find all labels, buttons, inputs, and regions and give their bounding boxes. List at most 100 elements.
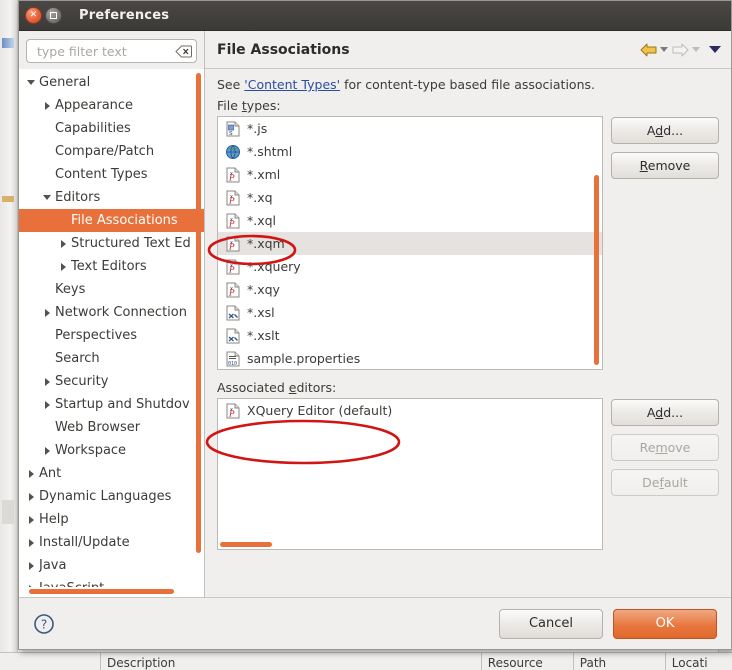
file-type-label: *.shtml — [247, 144, 293, 159]
ok-button[interactable]: OK — [613, 608, 717, 639]
add-file-type-button[interactable]: Add... — [611, 117, 719, 144]
maximize-icon[interactable] — [45, 7, 62, 24]
xquery-file-icon: xP — [225, 282, 241, 298]
file-type-row[interactable]: 010 sample.properties — [218, 347, 602, 369]
file-types-list[interactable]: s *.js *.shtml x P *.xml x P *.xq x P *.xql x P *.xqm x… — [217, 116, 603, 370]
svg-text:P: P — [228, 409, 235, 418]
sidebar-item-editors[interactable]: Editors — [19, 186, 204, 209]
content-types-description: See 'Content Types' for content-type bas… — [217, 77, 719, 92]
file-types-label: File types: — [217, 98, 281, 113]
associated-editor-label: XQuery Editor (default) — [247, 403, 393, 418]
file-type-row[interactable]: x P *.xml — [218, 163, 602, 186]
file-type-row[interactable]: x P *.xquery — [218, 255, 602, 278]
sidebar-item-perspectives[interactable]: Perspectives — [19, 324, 204, 347]
search-input[interactable] — [35, 42, 175, 60]
sidebar-item-capabilities[interactable]: Capabilities — [19, 117, 204, 140]
dialog-title: Preferences — [79, 8, 170, 23]
sidebar-item-content-types[interactable]: Content Types — [19, 163, 204, 186]
preferences-dialog: ✕ Preferences GeneralAppearanceCapab — [18, 0, 732, 650]
back-dropdown-caret-icon[interactable] — [660, 47, 668, 52]
remove-editor-button[interactable]: Remove — [611, 434, 719, 461]
background-table-header: Description Resource Path Locati — [0, 652, 732, 670]
background-strip-icon — [2, 500, 14, 524]
chevron-right-icon[interactable] — [23, 492, 39, 501]
background-column-description: Description — [100, 653, 481, 670]
back-button[interactable] — [640, 43, 668, 57]
default-editor-button[interactable]: Default — [611, 469, 719, 496]
file-types-vertical-scrollbar[interactable] — [594, 175, 599, 365]
sidebar-item-structured-text-ed[interactable]: Structured Text Ed — [19, 232, 204, 255]
sidebar-item-label: Help — [39, 512, 69, 527]
preferences-tree[interactable]: General Appearance Capabilities Compare/Pat… — [19, 69, 204, 597]
sidebar-item-file-associations[interactable]: File Associations — [19, 209, 204, 232]
sidebar-item-compare-patch[interactable]: Compare/Patch — [19, 140, 204, 163]
file-type-row[interactable]: x P *.xql — [218, 209, 602, 232]
chevron-right-icon[interactable] — [23, 515, 39, 524]
content-types-link[interactable]: 'Content Types' — [244, 77, 340, 92]
file-type-row[interactable]: *.xsl — [218, 301, 602, 324]
chevron-right-icon[interactable] — [55, 262, 71, 271]
view-menu-caret-icon[interactable] — [709, 46, 721, 53]
help-question-icon[interactable]: ? — [33, 613, 55, 635]
sidebar-item-appearance[interactable]: Appearance — [19, 94, 204, 117]
properties-file-icon: 010 — [225, 351, 241, 367]
associated-editor-row[interactable]: x P XQuery Editor (default) — [218, 399, 602, 422]
file-type-row[interactable]: *.xslt — [218, 324, 602, 347]
preferences-tree-panel: General Appearance Capabilities Compare/Pat… — [19, 31, 205, 597]
sidebar-item-security[interactable]: Security — [19, 370, 204, 393]
sidebar-item-label: Keys — [55, 282, 86, 297]
sidebar-item-install-update[interactable]: Install/Update — [19, 531, 204, 554]
file-type-row[interactable]: s *.js — [218, 117, 602, 140]
add-editor-button[interactable]: Add... — [611, 399, 719, 426]
svg-text:010: 010 — [228, 361, 237, 367]
file-type-row[interactable]: *.shtml — [218, 140, 602, 163]
sidebar-item-network-connection[interactable]: Network Connection — [19, 301, 204, 324]
sidebar-item-label: Appearance — [55, 98, 134, 113]
sidebar-item-java[interactable]: Java — [19, 554, 204, 577]
filter-box[interactable] — [26, 39, 197, 63]
sidebar-item-general[interactable]: General — [19, 71, 204, 94]
forward-dropdown-caret-icon[interactable] — [692, 47, 700, 52]
close-icon[interactable]: ✕ — [25, 7, 42, 24]
chevron-right-icon[interactable] — [23, 469, 39, 478]
sidebar-item-startup-and-shutdov[interactable]: Startup and Shutdov — [19, 393, 204, 416]
tree-horizontal-scrollbar-track[interactable] — [19, 587, 204, 597]
chevron-right-icon[interactable] — [39, 446, 55, 455]
sidebar-item-web-browser[interactable]: Web Browser — [19, 416, 204, 439]
chevron-down-icon[interactable] — [23, 80, 39, 85]
sidebar-item-text-editors[interactable]: Text Editors — [19, 255, 204, 278]
chevron-right-icon[interactable] — [23, 538, 39, 547]
forward-button[interactable] — [672, 43, 700, 57]
sidebar-item-workspace[interactable]: Workspace — [19, 439, 204, 462]
sidebar-item-label: Java — [39, 558, 67, 573]
file-types-button-column: Add... Remove — [611, 116, 719, 370]
file-type-row[interactable]: x P *.xq — [218, 186, 602, 209]
globe-html-file-icon — [225, 144, 241, 160]
sidebar-item-search[interactable]: Search — [19, 347, 204, 370]
clear-text-icon[interactable] — [175, 45, 192, 58]
associated-editors-horizontal-scrollbar[interactable] — [220, 542, 272, 547]
sidebar-item-label: Startup and Shutdov — [55, 397, 190, 412]
sidebar-item-help[interactable]: Help — [19, 508, 204, 531]
chevron-right-icon[interactable] — [55, 239, 71, 248]
chevron-right-icon[interactable] — [39, 101, 55, 110]
remove-file-type-button[interactable]: Remove — [611, 152, 719, 179]
file-type-row[interactable]: x P *.xqy — [218, 278, 602, 301]
tree-vertical-scrollbar[interactable] — [196, 73, 201, 553]
associated-editors-list[interactable]: x P XQuery Editor (default) — [217, 398, 603, 550]
file-type-label: *.xqm — [247, 236, 285, 251]
chevron-down-icon[interactable] — [39, 195, 55, 200]
chevron-right-icon[interactable] — [23, 561, 39, 570]
sidebar-item-dynamic-languages[interactable]: Dynamic Languages — [19, 485, 204, 508]
xsl-file-icon — [225, 305, 241, 321]
chevron-right-icon[interactable] — [39, 377, 55, 386]
file-type-row[interactable]: x P *.xqm — [218, 232, 602, 255]
sidebar-item-keys[interactable]: Keys — [19, 278, 204, 301]
sidebar-item-label: Search — [55, 351, 100, 366]
chevron-right-icon[interactable] — [39, 400, 55, 409]
cancel-button[interactable]: Cancel — [499, 608, 603, 639]
sidebar-item-ant[interactable]: Ant — [19, 462, 204, 485]
chevron-right-icon[interactable] — [39, 308, 55, 317]
svg-text:P: P — [228, 242, 235, 251]
tree-horizontal-scrollbar[interactable] — [29, 589, 174, 594]
